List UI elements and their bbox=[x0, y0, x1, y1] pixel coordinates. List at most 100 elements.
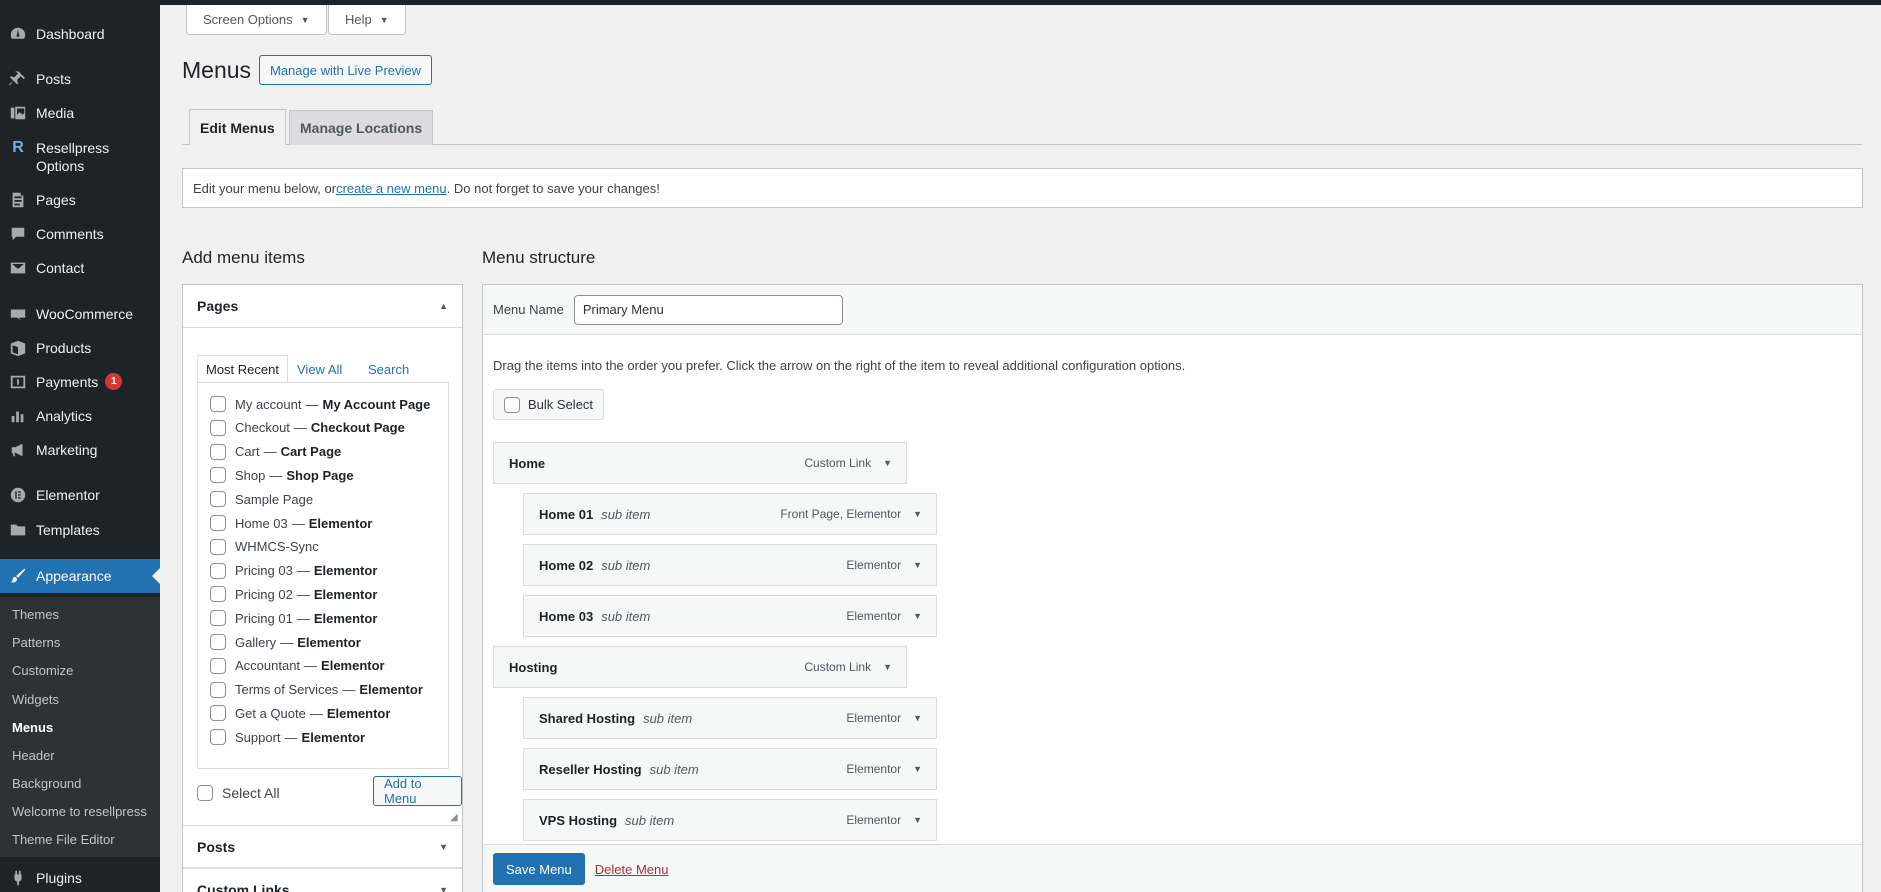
checkbox[interactable] bbox=[197, 785, 213, 801]
checkbox[interactable] bbox=[210, 467, 226, 484]
custom-links-section-header[interactable]: Custom Links ▼ bbox=[183, 868, 462, 892]
submenu-background[interactable]: Background bbox=[12, 776, 81, 791]
checkbox[interactable] bbox=[210, 443, 226, 460]
submenu-patterns[interactable]: Patterns bbox=[12, 635, 60, 650]
tab-search[interactable]: Search bbox=[360, 355, 417, 383]
checkbox[interactable] bbox=[210, 681, 226, 698]
checkbox[interactable] bbox=[210, 491, 226, 508]
checkbox[interactable] bbox=[210, 419, 226, 436]
sidebar-item-label: Pages bbox=[36, 192, 76, 208]
sidebar-item-elementor[interactable]: Elementor bbox=[0, 486, 160, 504]
page-checklist-item[interactable]: Gallery — Elementor bbox=[210, 634, 361, 650]
menu-sub-item[interactable]: Home 01 sub item Front Page, Elementor ▼ bbox=[523, 493, 937, 535]
checkbox[interactable] bbox=[210, 657, 226, 674]
expand-arrow-icon[interactable]: ▼ bbox=[883, 458, 892, 468]
screen-options-button[interactable]: Screen Options ▼ bbox=[186, 5, 327, 35]
checkbox[interactable] bbox=[210, 396, 226, 412]
sidebar-item-appearance[interactable]: Appearance bbox=[0, 559, 160, 593]
checkbox[interactable] bbox=[210, 562, 226, 579]
add-to-menu-button[interactable]: Add to Menu bbox=[373, 776, 462, 806]
page-checklist-item[interactable]: Pricing 01— Elementor bbox=[210, 610, 377, 627]
expand-arrow-icon[interactable]: ▼ bbox=[913, 815, 922, 825]
help-button[interactable]: Help ▼ bbox=[328, 5, 406, 35]
checkbox[interactable] bbox=[210, 610, 226, 627]
sidebar-item-marketing[interactable]: Marketing bbox=[0, 441, 160, 459]
posts-section-header[interactable]: Posts ▼ bbox=[183, 825, 462, 868]
menu-item[interactable]: Hosting Custom Link ▼ bbox=[493, 646, 907, 688]
expand-arrow-icon[interactable]: ▼ bbox=[913, 713, 922, 723]
page-checklist-item[interactable]: Pricing 03— Elementor bbox=[210, 562, 377, 579]
expand-arrow-icon[interactable]: ▼ bbox=[913, 560, 922, 570]
menu-item-type: Elementor bbox=[846, 711, 902, 725]
page-state: My Account Page bbox=[322, 396, 431, 412]
submenu-customize[interactable]: Customize bbox=[12, 663, 73, 678]
manage-live-preview-button[interactable]: Manage with Live Preview bbox=[259, 55, 433, 85]
submenu-theme-file-editor[interactable]: Theme File Editor bbox=[12, 832, 115, 847]
page-checklist-item[interactable]: Home 03— Elementor bbox=[210, 515, 372, 531]
menu-sub-item[interactable]: VPS Hosting sub item Elementor ▼ bbox=[523, 799, 937, 841]
submenu-themes[interactable]: Themes bbox=[12, 607, 59, 622]
sidebar-item-dashboard[interactable]: Dashboard bbox=[0, 25, 160, 43]
page-checklist-item[interactable]: Get a Quote — Elementor bbox=[210, 705, 391, 722]
expand-arrow-icon[interactable]: ▼ bbox=[883, 662, 892, 672]
submenu-widgets[interactable]: Widgets bbox=[12, 692, 59, 707]
page-checklist-item[interactable]: Accountant — Elementor bbox=[210, 657, 385, 674]
expand-arrow-icon[interactable]: ▼ bbox=[913, 509, 922, 519]
sidebar-item-payments[interactable]: Payments 1 bbox=[0, 373, 160, 391]
bulk-select-button[interactable]: Bulk Select bbox=[493, 389, 605, 420]
page-checklist-item[interactable]: Terms of Services — Elementor bbox=[210, 681, 423, 698]
expand-arrow-icon[interactable]: ▼ bbox=[913, 611, 922, 621]
sidebar-item-products[interactable]: Products bbox=[0, 339, 160, 357]
sidebar-item-analytics[interactable]: Analytics bbox=[0, 407, 160, 425]
page-checklist-item[interactable]: Sample Page bbox=[210, 491, 313, 508]
page-state: Elementor bbox=[326, 705, 391, 721]
page-checklist-item[interactable]: Support — Elementor bbox=[210, 729, 365, 746]
tab-view-all[interactable]: View All bbox=[289, 355, 350, 383]
select-all-checkbox[interactable]: Select All bbox=[197, 785, 280, 801]
sidebar-item-media[interactable]: Media bbox=[0, 104, 160, 122]
menu-sub-item[interactable]: Home 02 sub item Elementor ▼ bbox=[523, 544, 937, 586]
checkbox[interactable] bbox=[210, 634, 226, 650]
page-checklist-item[interactable]: Pricing 02— Elementor bbox=[210, 586, 377, 603]
checkbox[interactable] bbox=[210, 538, 226, 555]
sidebar-item-woocommerce[interactable]: WooCommerce bbox=[0, 305, 160, 323]
menu-name-input[interactable]: Primary Menu bbox=[573, 294, 843, 325]
submenu-menus[interactable]: Menus bbox=[12, 720, 53, 735]
sidebar-item-comments[interactable]: Comments bbox=[0, 225, 160, 243]
pages-section-header[interactable]: Pages ▲ bbox=[183, 285, 462, 328]
checkbox[interactable] bbox=[504, 396, 520, 413]
resize-handle-icon[interactable]: ◢ bbox=[450, 812, 458, 823]
page-checklist-item[interactable]: My account — My Account Page bbox=[210, 396, 430, 412]
checkbox[interactable] bbox=[210, 729, 226, 746]
sidebar-item-contact[interactable]: Contact bbox=[0, 259, 160, 277]
delete-menu-link[interactable]: Delete Menu bbox=[595, 862, 669, 877]
menu-sub-item[interactable]: Shared Hosting sub item Elementor ▼ bbox=[523, 697, 937, 739]
checkbox[interactable] bbox=[210, 515, 226, 531]
expand-arrow-icon[interactable]: ▼ bbox=[913, 764, 922, 774]
sidebar-item-resellpress-options[interactable]: R Resellpress Options bbox=[0, 139, 160, 175]
sidebar-item-posts[interactable]: Posts bbox=[0, 70, 160, 88]
checkbox[interactable] bbox=[210, 705, 226, 722]
menu-sub-item[interactable]: Home 03 sub item Elementor ▼ bbox=[523, 595, 937, 637]
page-checklist-item[interactable]: Cart — Cart Page bbox=[210, 443, 341, 460]
page-checklist-item[interactable]: Checkout — Checkout Page bbox=[210, 419, 405, 436]
page-name: My account bbox=[235, 396, 302, 412]
sidebar-item-plugins[interactable]: Plugins bbox=[0, 869, 160, 887]
submenu-welcome[interactable]: Welcome to resellpress bbox=[12, 804, 147, 819]
save-menu-button[interactable]: Save Menu bbox=[493, 853, 585, 885]
tab-edit-menus[interactable]: Edit Menus bbox=[189, 109, 286, 145]
checkbox[interactable] bbox=[210, 586, 226, 603]
bulk-select-label: Bulk Select bbox=[528, 397, 594, 412]
menu-item[interactable]: Home Custom Link ▼ bbox=[493, 442, 907, 484]
page-checklist-item[interactable]: WHMCS-Sync bbox=[210, 538, 319, 555]
page-checklist-item[interactable]: Shop — Shop Page bbox=[210, 467, 354, 484]
tab-manage-locations[interactable]: Manage Locations bbox=[289, 110, 434, 145]
submenu-header[interactable]: Header bbox=[12, 748, 55, 763]
menu-item-title: Home 02 bbox=[539, 557, 594, 573]
sidebar-item-pages[interactable]: Pages bbox=[0, 191, 160, 209]
sidebar-item-label: Plugins bbox=[36, 870, 82, 886]
tab-most-recent[interactable]: Most Recent bbox=[197, 355, 288, 383]
sidebar-item-templates[interactable]: Templates bbox=[0, 521, 160, 539]
menu-sub-item[interactable]: Reseller Hosting sub item Elementor ▼ bbox=[523, 748, 937, 790]
create-new-menu-link[interactable]: create a new menu bbox=[336, 181, 447, 196]
